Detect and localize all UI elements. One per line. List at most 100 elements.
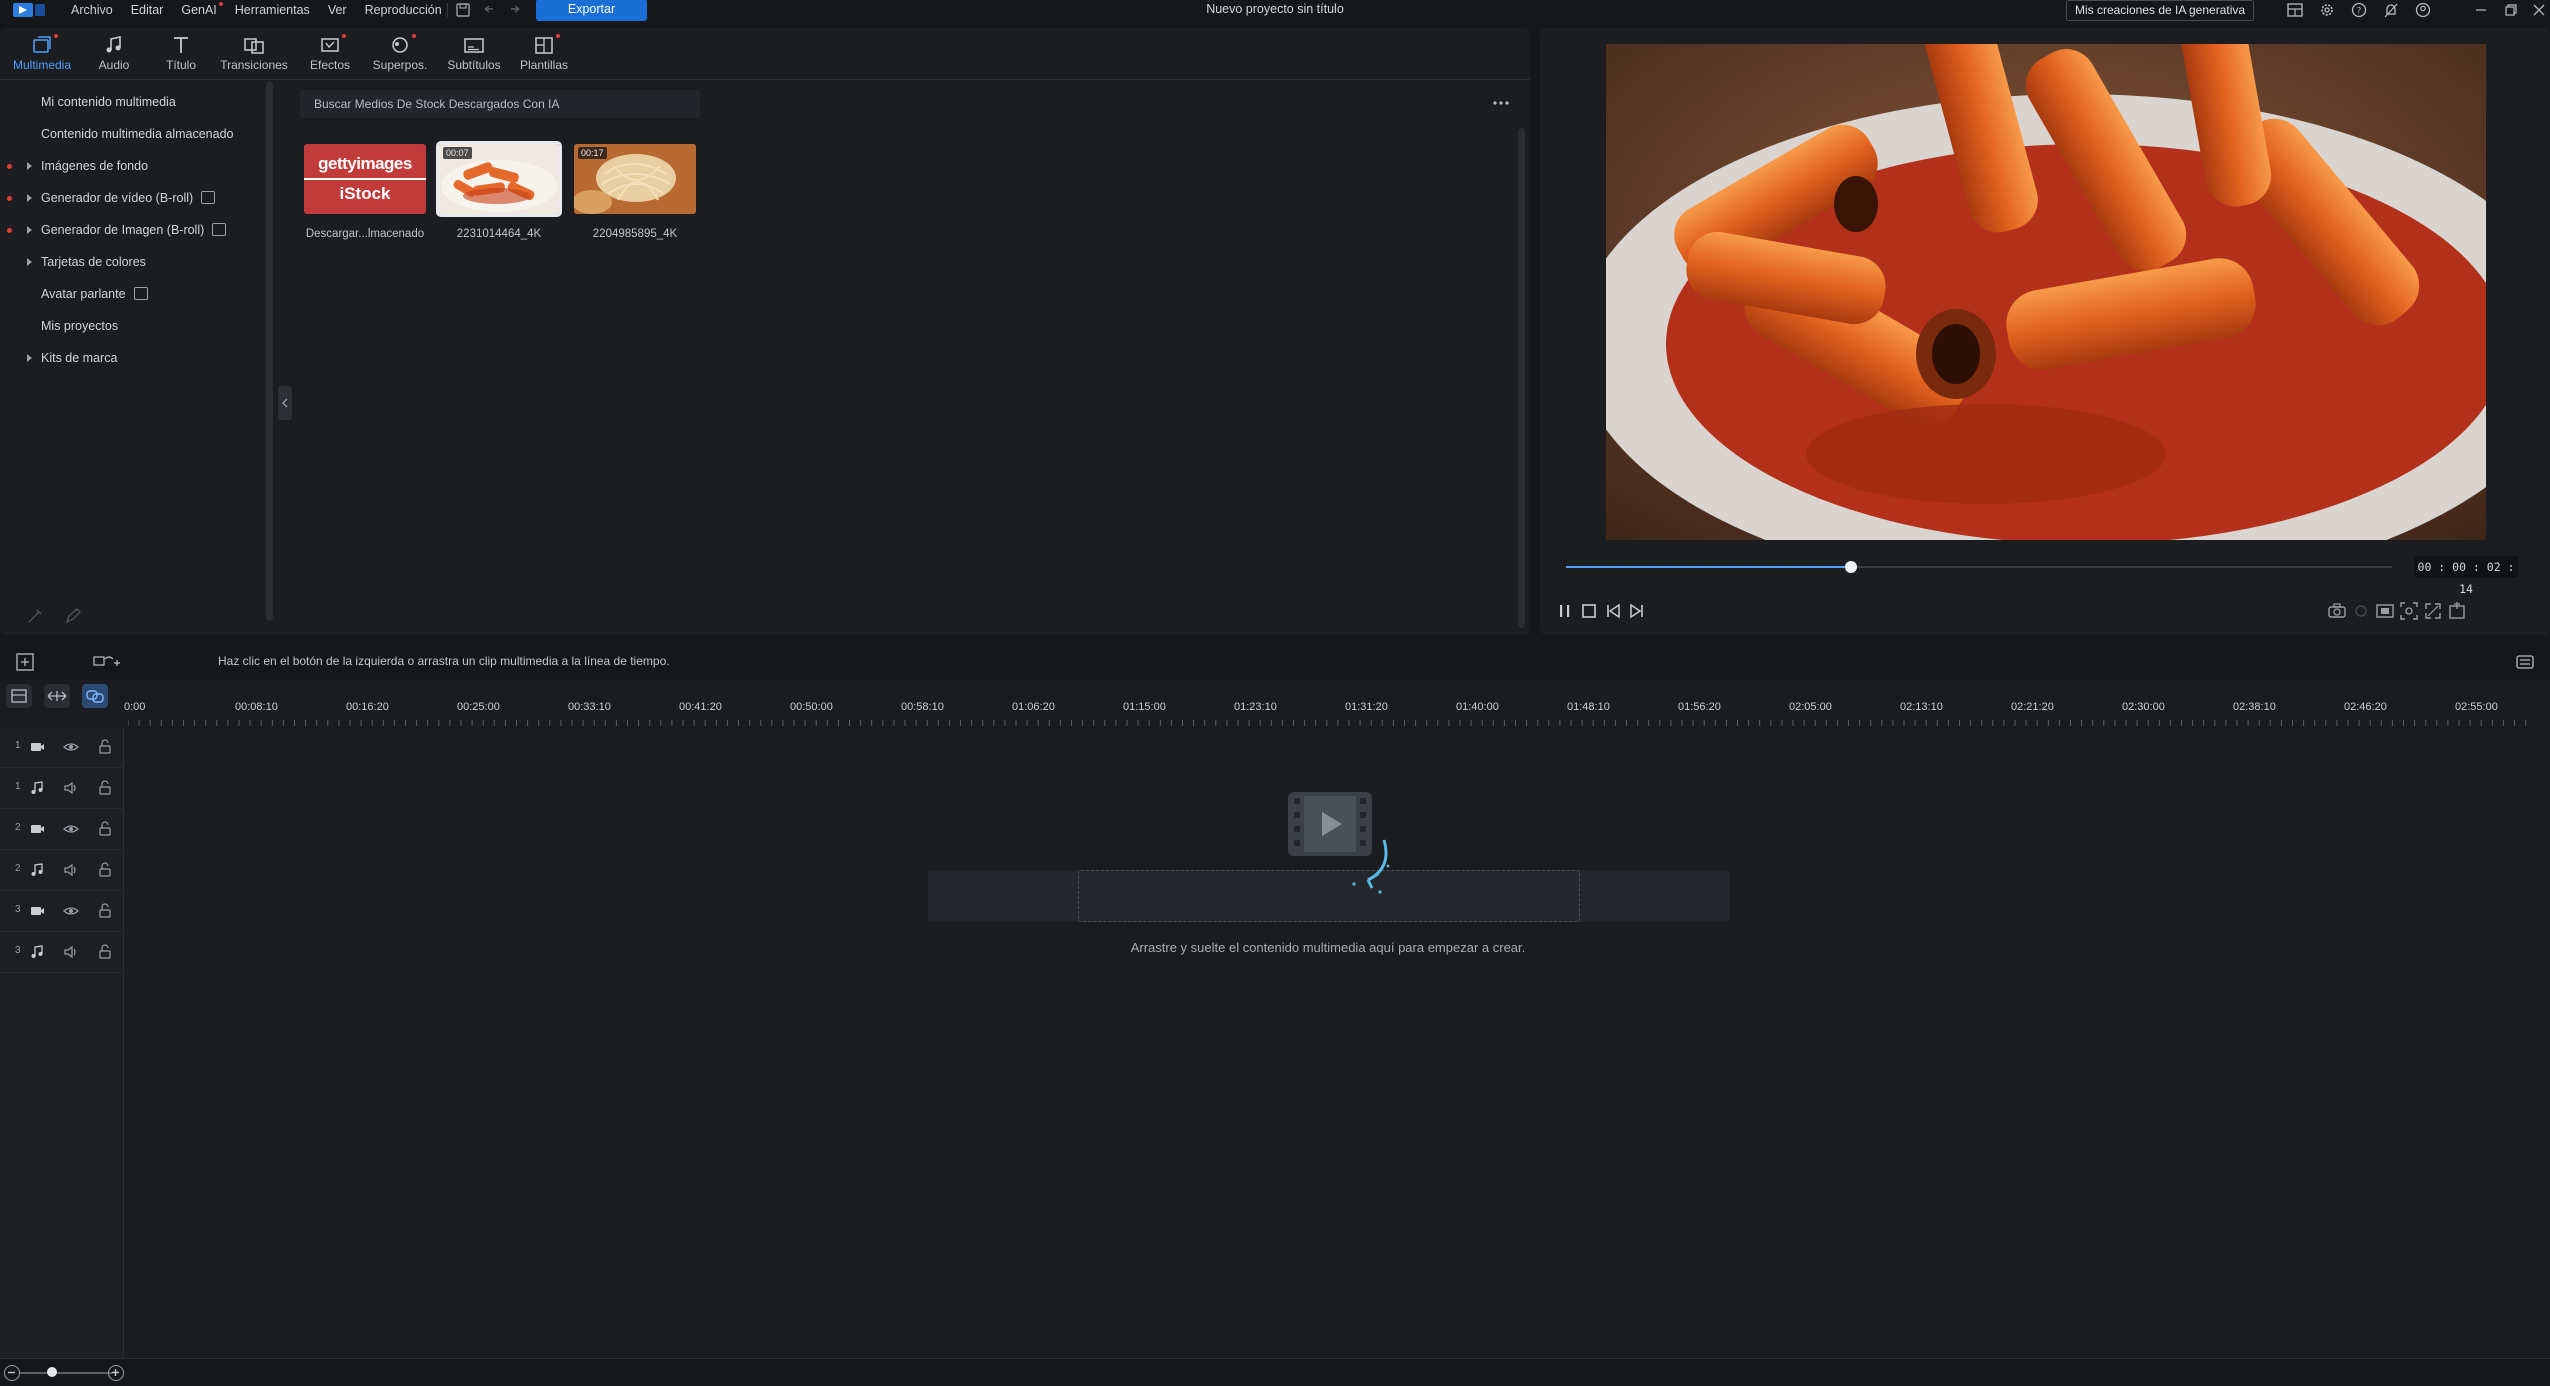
zoom-preview-icon[interactable] (2398, 600, 2420, 622)
sidebar-item[interactable]: Kits de marca (0, 345, 262, 371)
media-grid-scrollbar[interactable] (1518, 128, 1525, 628)
stop-icon[interactable] (1578, 600, 1600, 622)
stock-search-input[interactable]: Buscar Medios De Stock Descargados Con I… (300, 90, 700, 118)
zoom-slider-knob[interactable] (47, 1367, 57, 1377)
tab-plantillas[interactable]: Plantillas (508, 34, 580, 78)
menu-ver[interactable]: Ver (319, 1, 356, 19)
menu-editar[interactable]: Editar (122, 1, 173, 19)
lock-open-icon[interactable] (96, 861, 114, 879)
menu-genai[interactable]: GenAI (172, 1, 225, 19)
track-header-audio[interactable]: 1 (0, 769, 124, 809)
export-button[interactable]: Exportar (536, 0, 647, 21)
sidebar-item[interactable]: Imágenes de fondo (0, 153, 262, 179)
sidebar-item[interactable]: Mi contenido multimedia (0, 89, 262, 115)
media-thumbnail-pasta-2[interactable]: 00:17 (574, 144, 696, 214)
menu-label: Editar (130, 3, 164, 17)
minimize-icon[interactable] (2472, 1, 2490, 19)
zoom-in-button[interactable] (108, 1365, 124, 1381)
menu-reproduccion[interactable]: Reproducción (356, 1, 451, 19)
more-options-icon[interactable] (1490, 96, 1512, 110)
seekbar-knob[interactable] (1845, 561, 1857, 573)
aspect-ratio-icon[interactable] (2374, 600, 2396, 622)
track-manager-icon (11, 689, 27, 703)
close-icon[interactable] (2530, 1, 2548, 19)
collapse-sidebar-button[interactable] (278, 386, 292, 420)
tools-menu-icon[interactable] (92, 651, 122, 673)
undock-preview-icon[interactable] (2446, 600, 2468, 622)
tab-multimedia[interactable]: Multimedia (6, 34, 78, 78)
ai-feature-icon (133, 287, 148, 301)
menu-herramientas[interactable]: Herramientas (226, 1, 319, 19)
zoom-slider[interactable] (20, 1372, 112, 1374)
next-frame-icon[interactable] (1626, 600, 1648, 622)
add-track-icon[interactable] (14, 651, 36, 673)
magic-wand-icon[interactable] (24, 605, 46, 627)
preview-seekbar[interactable] (1566, 561, 2392, 573)
tab-transiciones[interactable]: Transiciones (218, 34, 290, 78)
pause-icon[interactable] (1554, 600, 1576, 622)
media-thumbnail-pasta-1[interactable]: 00:07 (436, 141, 562, 217)
expand-arrow-icon[interactable] (27, 194, 32, 202)
sidebar-item[interactable]: Contenido multimedia almacenado (0, 121, 262, 147)
expand-arrow-icon[interactable] (27, 162, 32, 170)
lock-open-icon[interactable] (96, 738, 114, 756)
tab-titulo[interactable]: Título (145, 34, 217, 78)
track-manager-button[interactable] (6, 684, 32, 708)
account-icon[interactable] (2414, 1, 2432, 19)
timecode-display[interactable]: 00 : 00 : 02 : 14 (2414, 556, 2518, 596)
speaker-volume-icon[interactable] (62, 861, 80, 879)
tab-subtitulos[interactable]: Subtítulos (438, 34, 510, 78)
expand-arrow-icon[interactable] (27, 226, 32, 234)
redo-icon[interactable] (506, 1, 524, 19)
lock-open-icon[interactable] (96, 779, 114, 797)
magnet-snap-button[interactable] (82, 684, 108, 708)
track-number: 2 (15, 822, 21, 833)
eye-visibility-icon[interactable] (62, 738, 80, 756)
undo-icon[interactable] (480, 1, 498, 19)
settings-gear-icon[interactable] (2318, 1, 2336, 19)
expand-arrow-icon[interactable] (27, 354, 32, 362)
fullscreen-icon[interactable] (2422, 600, 2444, 622)
lock-open-icon[interactable] (96, 902, 114, 920)
menu-bar: Archivo Editar GenAI Herramientas Ver Reprodu… (62, 0, 451, 20)
track-header-video[interactable]: 3 (0, 892, 124, 932)
lock-open-icon[interactable] (96, 820, 114, 838)
eye-visibility-icon[interactable] (62, 902, 80, 920)
minus-icon (8, 1371, 15, 1374)
getty-istock-thumbnail[interactable]: gettyimages iStock (304, 144, 426, 214)
sidebar-item[interactable]: Generador de Imagen (B-roll) (0, 217, 262, 243)
save-icon[interactable] (454, 1, 472, 19)
sidebar-item[interactable]: Mis proyectos (0, 313, 262, 339)
eye-visibility-icon[interactable] (62, 820, 80, 838)
speaker-volume-icon[interactable] (62, 779, 80, 797)
help-icon[interactable]: ? (2350, 1, 2368, 19)
previous-frame-icon[interactable] (1602, 600, 1624, 622)
tab-superpos[interactable]: Superpos. (364, 34, 436, 78)
track-header-video[interactable]: 1 (0, 728, 124, 768)
sidebar-scrollbar[interactable] (266, 81, 273, 621)
lock-open-icon[interactable] (96, 943, 114, 961)
restore-icon[interactable] (2502, 1, 2520, 19)
timeline-settings-icon[interactable] (2514, 651, 2536, 673)
tab-audio[interactable]: Audio (78, 34, 150, 78)
sidebar-item[interactable]: Avatar parlante (0, 281, 262, 307)
sidebar-item[interactable]: Generador de vídeo (B-roll) (0, 185, 262, 211)
track-header-audio[interactable]: 2 (0, 851, 124, 891)
track-header-video[interactable]: 2 (0, 810, 124, 850)
tab-efectos[interactable]: Efectos (294, 34, 366, 78)
genai-creations-button[interactable]: Mis creaciones de IA generativa (2066, 0, 2254, 21)
track-header-audio[interactable]: 3 (0, 933, 124, 973)
preview-video[interactable] (1606, 44, 2486, 540)
pencil-icon[interactable] (62, 605, 84, 627)
zoom-out-button[interactable] (4, 1365, 20, 1381)
notifications-icon[interactable] (2382, 1, 2400, 19)
sidebar-item[interactable]: Tarjetas de colores (0, 249, 262, 275)
snapshot-camera-icon[interactable] (2326, 600, 2348, 622)
layout-icon[interactable] (2286, 1, 2304, 19)
speaker-volume-icon[interactable] (62, 943, 80, 961)
fit-timeline-button[interactable] (44, 684, 70, 708)
new-badge-dot (218, 2, 223, 6)
expand-arrow-icon[interactable] (27, 258, 32, 266)
ruler-tick-label: 02:55:00 (2455, 701, 2498, 713)
menu-archivo[interactable]: Archivo (62, 1, 122, 19)
